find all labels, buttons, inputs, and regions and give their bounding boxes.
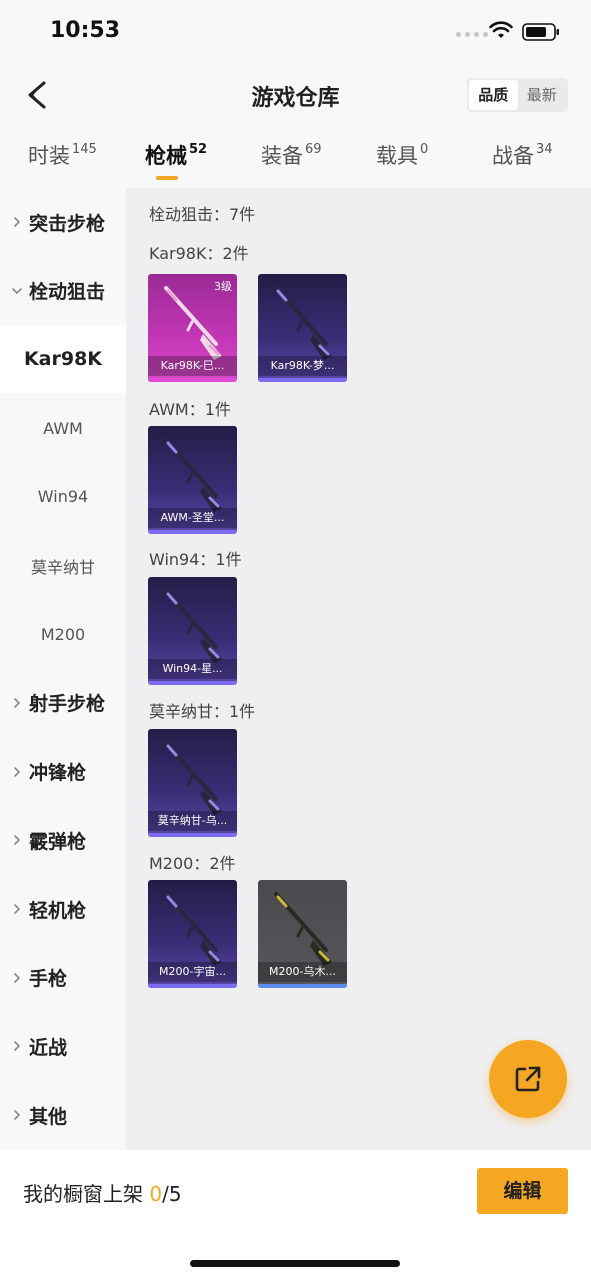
shelf-status: 我的橱窗上架 0/5	[23, 1182, 182, 1206]
chevron-right-icon	[14, 904, 21, 914]
sidebar-item-label: 霰弹枪	[29, 830, 87, 853]
sort-newest-button[interactable]: 最新	[518, 80, 567, 110]
tab-fashion[interactable]: 时装 145	[28, 140, 97, 170]
shelf-count: 0	[149, 1182, 163, 1206]
rarity-bar	[258, 378, 347, 382]
share-external-icon	[515, 1066, 541, 1092]
group-header: M200：2件	[149, 854, 236, 873]
group-header: 莫辛纳甘：1件	[149, 702, 256, 721]
sidebar-item[interactable]: 莫辛纳甘	[0, 532, 126, 600]
chevron-right-icon	[14, 1041, 21, 1052]
signal-icon	[456, 32, 488, 37]
rarity-bar	[148, 833, 237, 837]
weapon-card[interactable]: 3级 Kar98K-巳...	[148, 274, 237, 382]
home-indicator	[190, 1260, 400, 1267]
sidebar-item-label: AWM	[43, 418, 83, 438]
sort-quality-button[interactable]: 品质	[469, 80, 518, 110]
sidebar-item-label: 冲锋枪	[29, 762, 87, 785]
sidebar-item[interactable]: 手枪	[0, 944, 126, 1012]
wifi-icon	[489, 21, 513, 38]
battery-icon	[522, 23, 559, 41]
rarity-bar	[148, 984, 237, 988]
sidebar-item[interactable]: Kar98K	[0, 325, 126, 394]
chevron-right-icon	[14, 217, 21, 227]
status-time: 10:53	[50, 18, 121, 43]
edit-button[interactable]: 编辑	[477, 1168, 568, 1214]
sidebar-item[interactable]: Win94	[0, 463, 126, 531]
sidebar-item[interactable]: 突击步枪	[0, 188, 126, 256]
share-button[interactable]	[489, 1040, 567, 1118]
weapon-name: M200-宇宙...	[148, 962, 237, 982]
sidebar-item-label: 其他	[29, 1105, 68, 1128]
weapon-name: AWM-圣堂...	[148, 508, 237, 528]
sidebar-item[interactable]: 其他	[0, 1081, 126, 1149]
weapon-card[interactable]: 莫辛纳甘-乌...	[148, 729, 237, 837]
tab-vehicles[interactable]: 载具 0	[376, 140, 428, 170]
weapon-card[interactable]: M200-乌木...	[258, 880, 347, 988]
sidebar-item[interactable]: 栓动狙击	[0, 257, 126, 325]
sidebar-item[interactable]: M200	[0, 600, 126, 668]
item-grid: 栓动狙击：7件 Kar98K：2件 3级 Kar98K-巳... Kar98K-梦..…	[126, 188, 591, 1150]
tab-equipment[interactable]: 装备 69	[261, 140, 322, 170]
nav-header: 游戏仓库 品质 最新	[0, 64, 591, 126]
chevron-right-icon	[14, 835, 21, 846]
rarity-bar	[258, 984, 347, 988]
weapon-card[interactable]: Kar98K-梦...	[258, 274, 347, 382]
tab-supplies[interactable]: 战备 34	[492, 140, 553, 170]
rarity-bar	[148, 378, 237, 382]
sidebar-item-label: 突击步枪	[29, 212, 106, 235]
weapon-sidebar: 突击步枪栓动狙击 Kar98K AWM Win94 莫辛纳甘 M200 射手步枪冲锋枪霰弹枪…	[0, 188, 126, 1150]
chevron-right-icon	[14, 1110, 21, 1120]
sidebar-item[interactable]: 轻机枪	[0, 875, 126, 943]
sidebar-item-label: 莫辛纳甘	[30, 557, 95, 577]
chevron-right-icon	[14, 972, 21, 983]
rarity-bar	[148, 681, 237, 685]
sidebar-item[interactable]: 近战	[0, 1012, 126, 1080]
group-header: Kar98K：2件	[149, 244, 249, 263]
category-tabs: 时装 145 枪械 52 装备 69 载具 0 战备 34	[0, 126, 591, 188]
sidebar-item[interactable]: 霰弹枪	[0, 806, 126, 874]
weapon-name: Kar98K-梦...	[258, 356, 347, 376]
sidebar-item-label: 近战	[29, 1036, 68, 1059]
chevron-right-icon	[14, 766, 21, 777]
sidebar-item-label: 栓动狙击	[29, 281, 106, 304]
level-badge: 3级	[214, 280, 232, 293]
sidebar-item-label: Kar98K	[23, 348, 103, 371]
sidebar-item-label: Win94	[37, 487, 89, 507]
chevron-down-icon	[12, 287, 22, 294]
summary-count: 栓动狙击：7件	[149, 205, 256, 224]
sort-toggle[interactable]: 品质 最新	[467, 78, 568, 112]
sidebar-item-label: 射手步枪	[29, 693, 106, 716]
weapon-name: Win94-星...	[148, 659, 237, 679]
sidebar-item-label: M200	[40, 624, 86, 644]
sidebar-item-label: 轻机枪	[29, 899, 87, 922]
weapon-name: Kar98K-巳...	[148, 356, 237, 376]
weapon-name: 莫辛纳甘-乌...	[148, 811, 237, 831]
status-bar: 10:53	[0, 0, 591, 64]
chevron-right-icon	[14, 698, 21, 708]
weapon-card[interactable]: M200-宇宙...	[148, 880, 237, 988]
sidebar-item[interactable]: AWM	[0, 394, 126, 462]
sidebar-item[interactable]: 射手步枪	[0, 669, 126, 737]
weapon-name: M200-乌木...	[258, 962, 347, 982]
sidebar-item[interactable]: 冲锋枪	[0, 738, 126, 806]
active-tab-indicator	[156, 176, 178, 180]
tab-guns[interactable]: 枪械 52	[145, 140, 207, 170]
group-header: Win94：1件	[149, 550, 242, 569]
sidebar-item-label: 手枪	[29, 968, 68, 991]
group-header: AWM：1件	[149, 400, 231, 419]
rarity-bar	[148, 530, 237, 534]
weapon-card[interactable]: AWM-圣堂...	[148, 426, 237, 534]
warehouse-page: 10:53 游戏仓库 品质 最新 时装 145 枪械 52 装备 69 载具 0 战备 3…	[0, 0, 591, 1280]
weapon-card[interactable]: Win94-星...	[148, 577, 237, 685]
